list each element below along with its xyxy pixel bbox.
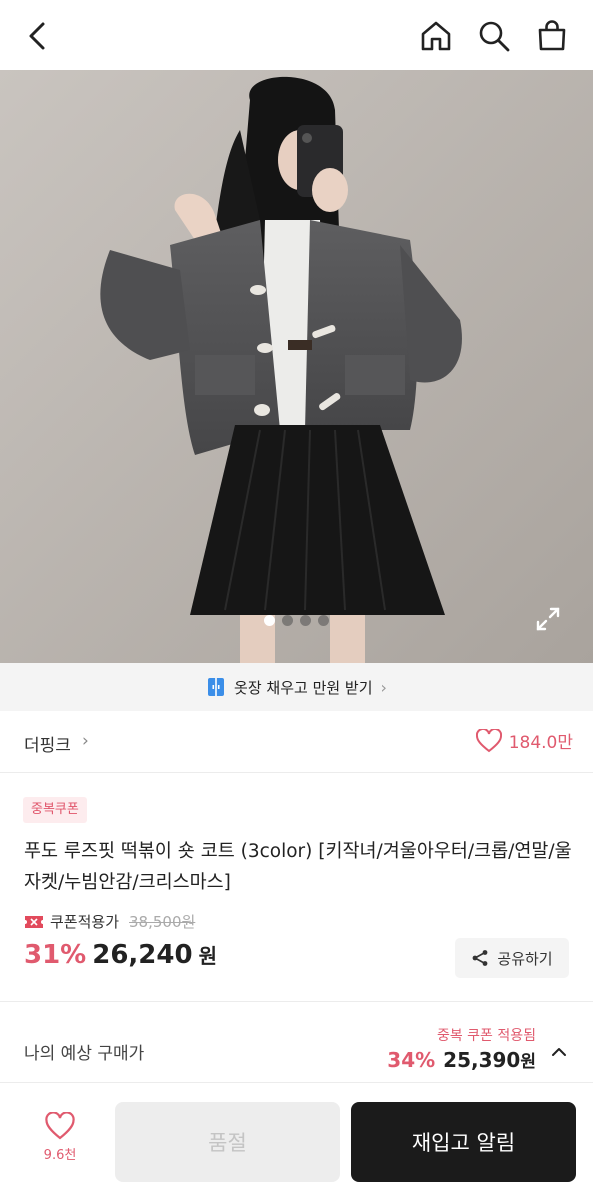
divider — [0, 1001, 593, 1002]
expected-price-toggle[interactable] — [547, 1040, 571, 1064]
sale-price: 26,240 — [92, 940, 193, 970]
product-image-gallery[interactable] — [0, 70, 593, 663]
gallery-dot[interactable] — [264, 615, 275, 626]
product-title: 푸도 루즈핏 떡볶이 숏 코트 (3color) [키작녀/겨울아우터/크롭/연… — [24, 841, 572, 893]
home-icon — [421, 21, 451, 51]
brand-like-count: 184.0만 — [508, 733, 573, 753]
chevron-right-icon: › — [82, 731, 89, 751]
wish-count: 9.6천 — [43, 1148, 77, 1163]
expected-discount-rate: 34% — [387, 1048, 436, 1072]
coupon-icon — [25, 915, 43, 928]
search-button[interactable] — [476, 18, 512, 54]
promo-text: 옷장 채우고 만원 받기 — [234, 678, 373, 697]
discount-rate: 31% — [24, 940, 87, 970]
duplicate-coupon-badge: 중복쿠폰 — [23, 797, 87, 823]
gallery-dot[interactable] — [318, 615, 329, 626]
brand-like-button[interactable]: 184.0만 — [475, 728, 573, 753]
brand-row: 더핑크 › 184.0만 — [0, 711, 593, 773]
soldout-button[interactable]: 품절 — [115, 1102, 340, 1182]
share-label: 공유하기 — [497, 949, 553, 968]
expand-image-button[interactable] — [532, 603, 564, 635]
search-icon — [479, 21, 510, 52]
heart-icon — [45, 1112, 75, 1140]
currency-label: 원 — [520, 1052, 536, 1072]
promo-banner[interactable]: 옷장 채우고 만원 받기 › — [0, 663, 593, 711]
chevron-right-icon: › — [380, 677, 387, 697]
product-photo — [0, 70, 593, 663]
expected-price-row: 34% 25,390원 — [387, 1047, 536, 1072]
original-price: 38,500원 — [129, 913, 196, 931]
share-icon — [472, 950, 488, 966]
expected-price-label: 나의 예상 구매가 — [24, 1044, 145, 1064]
home-button[interactable] — [418, 18, 454, 54]
shopping-bag-icon — [538, 20, 566, 51]
coupon-applied-note: 중복 쿠폰 적용됨 — [436, 1028, 536, 1044]
gallery-pagination — [0, 615, 593, 629]
expected-price: 25,390 — [443, 1048, 521, 1072]
back-button[interactable] — [20, 18, 56, 54]
currency-label: 원 — [198, 944, 217, 968]
gallery-dot[interactable] — [282, 615, 293, 626]
wish-button[interactable]: 9.6천 — [22, 1112, 98, 1163]
chevron-up-icon — [552, 1048, 566, 1056]
price-row: 31% 26,240 원 — [24, 940, 217, 970]
cart-button[interactable] — [534, 18, 570, 54]
coupon-price-row: 쿠폰적용가 38,500원 — [24, 911, 195, 932]
top-header — [0, 0, 593, 70]
chevron-left-icon — [29, 22, 45, 50]
expand-icon — [536, 607, 560, 631]
brand-link[interactable]: 더핑크 — [24, 731, 71, 756]
closet-icon — [208, 678, 225, 696]
restock-alert-button[interactable]: 재입고 알림 — [351, 1102, 576, 1182]
heart-icon — [475, 728, 502, 752]
share-button[interactable]: 공유하기 — [455, 938, 569, 978]
coupon-price-label: 쿠폰적용가 — [50, 913, 120, 931]
gallery-dot[interactable] — [300, 615, 311, 626]
